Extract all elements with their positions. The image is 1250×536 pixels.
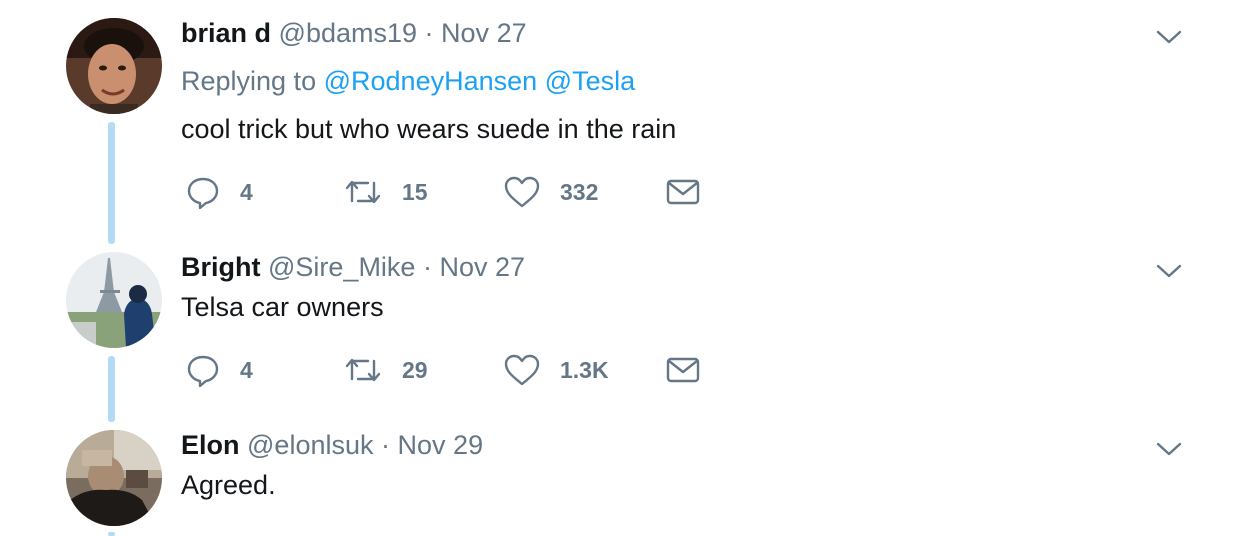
display-name[interactable]: brian d <box>181 18 271 48</box>
tweet-header: Bright @Sire_Mike · Nov 27 <box>181 251 525 283</box>
retweet-count: 29 <box>402 357 428 383</box>
chevron-down-icon[interactable] <box>1156 263 1182 279</box>
username[interactable]: @bdams19 <box>279 18 417 48</box>
timestamp[interactable]: Nov 27 <box>439 252 525 282</box>
tweet-actions: 4 15 332 <box>186 174 726 210</box>
like-button[interactable]: 1.3K <box>504 352 609 388</box>
reply-icon <box>186 353 220 387</box>
reply-count: 4 <box>240 357 253 383</box>
mention-link[interactable]: @RodneyHansen <box>324 66 538 96</box>
mention-link[interactable]: @Tesla <box>545 66 635 96</box>
reply-button[interactable]: 4 <box>186 174 253 210</box>
separator: · <box>424 18 434 48</box>
retweet-icon <box>344 355 382 385</box>
avatar[interactable] <box>66 18 162 114</box>
tweet[interactable]: Elon @elonlsuk · Nov 29 Agreed. <box>0 420 1250 536</box>
like-count: 332 <box>560 179 599 205</box>
display-name[interactable]: Bright <box>181 252 260 282</box>
envelope-icon <box>666 178 700 206</box>
separator: · <box>422 252 432 282</box>
tweet[interactable]: Bright @Sire_Mike · Nov 27 Telsa car own… <box>0 240 1250 420</box>
tweet-text: Telsa car owners <box>181 292 384 322</box>
timestamp[interactable]: Nov 29 <box>398 430 484 460</box>
tweet-actions: 4 29 1.3K <box>186 352 726 388</box>
retweet-count: 15 <box>402 179 428 205</box>
like-button[interactable]: 332 <box>504 174 598 210</box>
tweet[interactable]: brian d @bdams19 · Nov 27 Replying to @R… <box>0 0 1250 240</box>
heart-icon <box>504 176 540 208</box>
direct-message-button[interactable] <box>666 352 700 388</box>
replying-to-label: Replying to <box>181 66 317 96</box>
timestamp[interactable]: Nov 27 <box>441 18 527 48</box>
display-name[interactable]: Elon <box>181 430 240 460</box>
heart-icon <box>504 354 540 386</box>
username[interactable]: @elonlsuk <box>247 430 373 460</box>
tweet-text: Agreed. <box>181 470 276 500</box>
tweet-header: brian d @bdams19 · Nov 27 <box>181 17 527 49</box>
retweet-button[interactable]: 29 <box>344 352 428 388</box>
reply-icon <box>186 175 220 209</box>
username[interactable]: @Sire_Mike <box>268 252 415 282</box>
direct-message-button[interactable] <box>666 174 700 210</box>
like-count: 1.3K <box>560 357 609 383</box>
avatar[interactable] <box>66 252 162 348</box>
reply-count: 4 <box>240 179 253 205</box>
separator: · <box>381 430 391 460</box>
retweet-button[interactable]: 15 <box>344 174 428 210</box>
avatar[interactable] <box>66 430 162 526</box>
tweet-text: cool trick but who wears suede in the ra… <box>181 114 677 144</box>
chevron-down-icon[interactable] <box>1156 441 1182 457</box>
tweet-header: Elon @elonlsuk · Nov 29 <box>181 429 483 461</box>
replying-to: Replying to @RodneyHansen @Tesla <box>181 65 635 97</box>
chevron-down-icon[interactable] <box>1156 29 1182 45</box>
retweet-icon <box>344 177 382 207</box>
reply-button[interactable]: 4 <box>186 352 253 388</box>
envelope-icon <box>666 356 700 384</box>
